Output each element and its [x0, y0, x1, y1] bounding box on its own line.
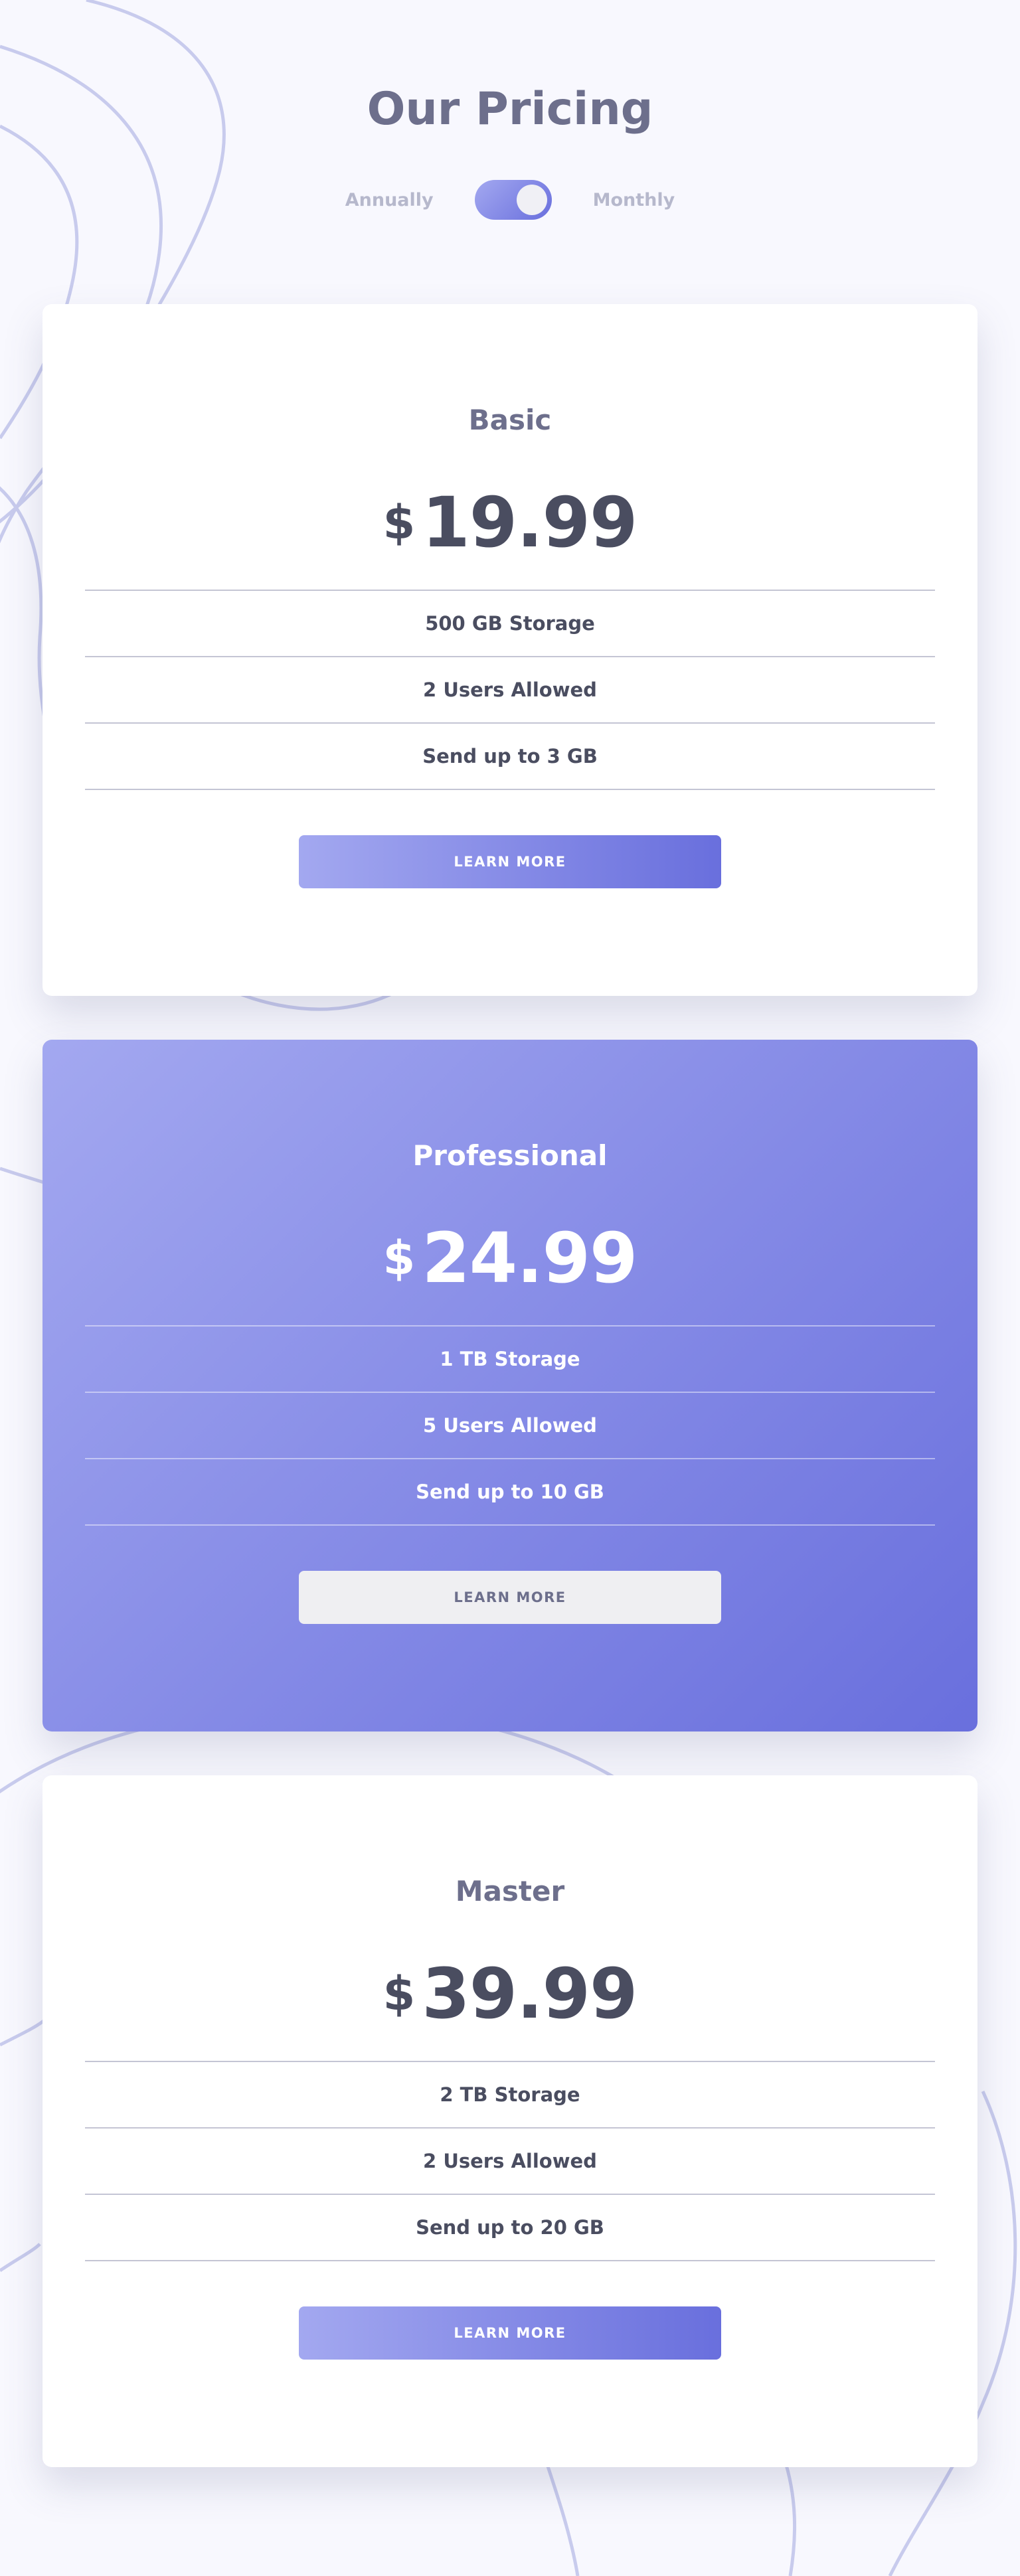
- feature-list: 1 TB Storage 5 Users Allowed Send up to …: [85, 1325, 935, 1526]
- learn-more-button[interactable]: LEARN MORE: [299, 2306, 721, 2360]
- feature-item: 2 Users Allowed: [85, 657, 935, 724]
- billing-toggle-row: Annually Monthly: [0, 179, 1020, 220]
- feature-item: 1 TB Storage: [85, 1327, 935, 1393]
- feature-item: Send up to 20 GB: [85, 2195, 935, 2261]
- pricing-card-master: Master $ 39.99 2 TB Storage 2 Users Allo…: [42, 1775, 978, 2467]
- page-title: Our Pricing: [367, 83, 653, 135]
- plan-price: $ 24.99: [42, 1218, 978, 1299]
- plan-price: $ 39.99: [42, 1953, 978, 2034]
- feature-item: Send up to 3 GB: [85, 724, 935, 790]
- feature-list: 2 TB Storage 2 Users Allowed Send up to …: [85, 2061, 935, 2261]
- pricing-card-basic: Basic $ 19.99 500 GB Storage 2 Users All…: [42, 304, 978, 996]
- currency-symbol: $: [382, 495, 416, 550]
- feature-item: 2 Users Allowed: [85, 2129, 935, 2195]
- toggle-knob[interactable]: [516, 185, 547, 215]
- billing-toggle[interactable]: [474, 180, 552, 220]
- price-amount: 24.99: [422, 1218, 638, 1299]
- learn-more-button[interactable]: LEARN MORE: [299, 1571, 721, 1624]
- feature-item: 500 GB Storage: [85, 591, 935, 657]
- annually-label[interactable]: Annually: [345, 190, 434, 210]
- plan-price: $ 19.99: [42, 482, 978, 563]
- plan-name: Master: [455, 1875, 565, 1907]
- price-amount: 19.99: [422, 482, 638, 563]
- currency-symbol: $: [382, 1231, 416, 1285]
- plan-name: Basic: [468, 404, 552, 436]
- learn-more-button[interactable]: LEARN MORE: [299, 835, 721, 888]
- plan-name: Professional: [412, 1139, 608, 1172]
- feature-item: 5 Users Allowed: [85, 1393, 935, 1459]
- currency-symbol: $: [382, 1967, 416, 2021]
- feature-list: 500 GB Storage 2 Users Allowed Send up t…: [85, 590, 935, 790]
- feature-item: Send up to 10 GB: [85, 1459, 935, 1526]
- pricing-card-professional: Professional $ 24.99 1 TB Storage 5 User…: [42, 1040, 978, 1731]
- feature-item: 2 TB Storage: [85, 2062, 935, 2129]
- price-amount: 39.99: [422, 1953, 638, 2034]
- monthly-label[interactable]: Monthly: [593, 190, 675, 210]
